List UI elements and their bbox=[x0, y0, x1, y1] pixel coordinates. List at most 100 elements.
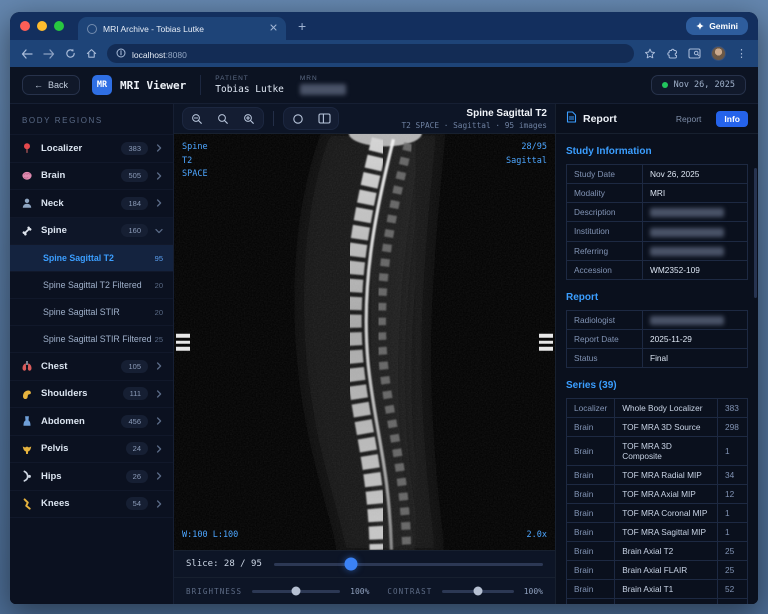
series-name: TOF MRA Radial MIP bbox=[615, 466, 718, 485]
leg-icon bbox=[20, 498, 33, 510]
series-row[interactable]: BrainTOF MRA 3D Composite1 bbox=[567, 437, 748, 466]
profile-avatar[interactable] bbox=[711, 46, 726, 61]
side-panel-icon[interactable] bbox=[688, 48, 701, 59]
body-regions-sidebar: BODY REGIONS Localizer383Brain505Neck184… bbox=[10, 104, 174, 604]
zoom-out-icon[interactable] bbox=[185, 110, 209, 127]
collapse-panel-handle[interactable] bbox=[539, 334, 553, 351]
new-tab-button[interactable]: + bbox=[298, 19, 306, 33]
chevron-right-icon bbox=[155, 472, 163, 480]
zoom-tool-group bbox=[182, 107, 264, 130]
slice-slider[interactable] bbox=[274, 563, 543, 566]
sidebar-item-brain[interactable]: Brain505 bbox=[10, 163, 173, 191]
browser-tabstrip: MRI Archive - Tobias Lutke + Gemini bbox=[10, 12, 758, 40]
sidebar-item-shoulders[interactable]: Shoulders111 bbox=[10, 381, 173, 409]
sidebar-item-neck[interactable]: Neck184 bbox=[10, 190, 173, 218]
mri-canvas[interactable]: Spine T2 SPACE 28/95 Sagittal W:100 L:10… bbox=[174, 134, 555, 550]
hip-icon bbox=[20, 470, 33, 482]
series-name: Brain Axial FLAIR bbox=[615, 561, 718, 580]
mrn-block: MRN bbox=[300, 75, 346, 95]
brightness-slider-thumb[interactable] bbox=[292, 587, 301, 596]
zoom-in-icon[interactable] bbox=[237, 110, 261, 127]
back-icon[interactable] bbox=[21, 49, 33, 59]
forward-icon[interactable] bbox=[43, 49, 55, 59]
info-label: Radiologist bbox=[567, 310, 643, 329]
browser-tab[interactable]: MRI Archive - Tobias Lutke bbox=[78, 17, 286, 40]
series-row[interactable]: LocalizerWhole Body Localizer383 bbox=[567, 399, 748, 418]
overlay-slice-info: 28/95 Sagittal bbox=[506, 141, 547, 168]
sidebar-item-localizer[interactable]: Localizer383 bbox=[10, 135, 173, 163]
brightness-value: 100% bbox=[350, 587, 369, 596]
close-window-button[interactable] bbox=[20, 21, 30, 31]
info-row: Description bbox=[567, 203, 748, 222]
sidebar-item-pelvis[interactable]: Pelvis24 bbox=[10, 436, 173, 464]
series-row[interactable]: BrainTOF MRA 3D Source298 bbox=[567, 418, 748, 437]
patient-name: Tobias Lutke bbox=[215, 84, 284, 95]
sidebar-subitem-spine-sagittal-t2[interactable]: Spine Sagittal T295 bbox=[10, 245, 173, 272]
series-row[interactable]: BrainTOF MRA Coronal MIP1 bbox=[567, 504, 748, 523]
region-count-badge: 105 bbox=[121, 360, 148, 373]
series-row[interactable]: BrainBrain Axial T225 bbox=[567, 542, 748, 561]
series-count: 25 bbox=[718, 542, 748, 561]
window-controls bbox=[20, 21, 64, 31]
sidebar-subitem-spine-sagittal-t2-filtered[interactable]: Spine Sagittal T2 Filtered20 bbox=[10, 272, 173, 299]
sidebar-item-chest[interactable]: Chest105 bbox=[10, 353, 173, 381]
sidebar-subitem-spine-sagittal-stir[interactable]: Spine Sagittal STIR20 bbox=[10, 299, 173, 326]
series-label: Spine Sagittal STIR Filtered bbox=[43, 334, 155, 344]
browser-toolbar: localhost:8080 ⋮ bbox=[10, 40, 758, 67]
person-icon bbox=[20, 197, 33, 209]
info-row: Report Date2025-11-29 bbox=[567, 330, 748, 349]
mri-app: ← Back MR MRI Viewer PATIENT Tobias Lutk… bbox=[10, 67, 758, 604]
reload-icon[interactable] bbox=[65, 48, 76, 59]
menu-kebab-icon[interactable]: ⋮ bbox=[736, 47, 747, 60]
layout-split-icon[interactable] bbox=[312, 110, 336, 127]
zoom-reset-icon[interactable] bbox=[211, 110, 235, 127]
region-count-badge: 24 bbox=[126, 442, 148, 455]
contrast-slider-thumb[interactable] bbox=[474, 587, 483, 596]
sidebar-item-hips[interactable]: Hips26 bbox=[10, 463, 173, 491]
ellipse-tool-icon[interactable] bbox=[286, 110, 310, 127]
home-icon[interactable] bbox=[86, 48, 97, 59]
series-row[interactable]: BrainTOF MRA Axial MIP12 bbox=[567, 485, 748, 504]
series-subtitle: T2 SPACE · Sagittal · 95 images bbox=[401, 121, 547, 130]
app-logo: MR bbox=[92, 75, 112, 95]
sidebar-subitem-spine-sagittal-stir-filtered[interactable]: Spine Sagittal STIR Filtered25 bbox=[10, 326, 173, 353]
series-count: 25 bbox=[155, 335, 163, 344]
tab-info[interactable]: Info bbox=[716, 111, 748, 127]
tab-report[interactable]: Report bbox=[676, 114, 702, 124]
app-title: MRI Viewer bbox=[120, 79, 186, 92]
info-row: ModalityMRI bbox=[567, 184, 748, 203]
extensions-icon[interactable] bbox=[666, 48, 678, 60]
site-info-icon[interactable] bbox=[116, 45, 126, 63]
region-count-badge: 111 bbox=[123, 387, 148, 400]
tab-close-icon[interactable] bbox=[270, 24, 277, 33]
study-date-badge[interactable]: Nov 26, 2025 bbox=[651, 75, 746, 95]
sidebar-item-spine[interactable]: Spine160 bbox=[10, 218, 173, 246]
collapse-sidebar-handle[interactable] bbox=[176, 334, 190, 351]
series-row[interactable]: BrainBrain DWI26 bbox=[567, 599, 748, 604]
maximize-window-button[interactable] bbox=[54, 21, 64, 31]
report-panel-header: Report Report Info bbox=[556, 104, 758, 134]
chevron-right-icon bbox=[155, 390, 163, 398]
slice-slider-thumb[interactable] bbox=[345, 558, 358, 571]
tab-title: MRI Archive - Tobias Lutke bbox=[103, 24, 264, 34]
chevron-right-icon bbox=[155, 172, 163, 180]
back-button[interactable]: ← Back bbox=[22, 75, 80, 95]
address-bar[interactable]: localhost:8080 bbox=[107, 44, 634, 63]
slice-control-row: Slice: 28 / 95 bbox=[174, 550, 555, 577]
minimize-window-button[interactable] bbox=[37, 21, 47, 31]
series-row[interactable]: BrainBrain Axial T152 bbox=[567, 580, 748, 599]
mri-sagittal-spine-image bbox=[174, 134, 555, 550]
brightness-slider[interactable] bbox=[252, 590, 340, 593]
series-row[interactable]: BrainTOF MRA Radial MIP34 bbox=[567, 466, 748, 485]
info-value: WM2352-109 bbox=[643, 260, 748, 279]
panel-scrollbar[interactable] bbox=[754, 168, 757, 298]
contrast-slider[interactable] bbox=[442, 590, 513, 593]
sidebar-item-abdomen[interactable]: Abdomen456 bbox=[10, 408, 173, 436]
bookmark-star-icon[interactable] bbox=[644, 48, 656, 60]
mrn-label: MRN bbox=[300, 75, 346, 82]
sidebar-item-knees[interactable]: Knees54 bbox=[10, 491, 173, 519]
region-count-badge: 505 bbox=[121, 169, 148, 182]
series-row[interactable]: BrainTOF MRA Sagittal MIP1 bbox=[567, 523, 748, 542]
series-row[interactable]: BrainBrain Axial FLAIR25 bbox=[567, 561, 748, 580]
gemini-button[interactable]: Gemini bbox=[686, 17, 748, 35]
